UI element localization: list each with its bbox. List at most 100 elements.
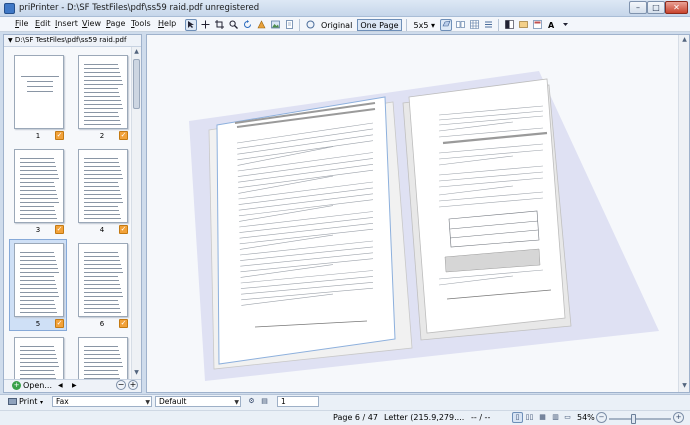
minimize-button[interactable]: – bbox=[629, 1, 647, 14]
zoom-tool-icon[interactable] bbox=[227, 19, 239, 31]
thumbnail-text-line bbox=[84, 264, 121, 265]
document-path-header[interactable]: ▼ D:\SF TestFiles\pdf\ss59 raid.pdf bbox=[4, 35, 141, 47]
thumbnail-text-line bbox=[20, 370, 54, 371]
page-checkbox[interactable]: ✓ bbox=[119, 131, 128, 140]
menu-file[interactable]: File bbox=[15, 19, 28, 28]
menu-view[interactable]: View bbox=[82, 19, 101, 28]
grid-view-icon[interactable] bbox=[468, 19, 480, 31]
page-checkbox[interactable]: ✓ bbox=[55, 319, 64, 328]
thumbnail-page[interactable]: 2 ✓ bbox=[73, 51, 131, 143]
image-icon[interactable] bbox=[269, 19, 281, 31]
thumbnail-page-image bbox=[78, 243, 128, 317]
page-options-icon[interactable]: ▤ bbox=[259, 396, 270, 407]
printer-settings-icon[interactable]: ⚙ bbox=[246, 396, 257, 407]
page-checkbox[interactable]: ✓ bbox=[119, 319, 128, 328]
page-setup-icon[interactable] bbox=[283, 19, 295, 31]
zoom-slider-track[interactable] bbox=[609, 418, 671, 420]
grid-mode-icon[interactable]: ▦ bbox=[537, 412, 548, 423]
menu-insert[interactable]: Insert bbox=[55, 19, 78, 28]
preview-canvas[interactable]: ▲ ▼ bbox=[146, 34, 690, 393]
printer-select[interactable]: Fax ▼ bbox=[52, 396, 152, 407]
thumbnail-scrollbar[interactable]: ▲ ▼ bbox=[131, 47, 141, 379]
thumbnail-page[interactable]: 4 ✓ bbox=[73, 145, 131, 237]
scrollbar-thumb[interactable] bbox=[133, 59, 140, 109]
maximize-button[interactable]: □ bbox=[647, 1, 665, 14]
page-indicator: Page 6 / 47 bbox=[333, 413, 378, 422]
thumbnail-page[interactable]: 3 ✓ bbox=[9, 145, 67, 237]
document-path: D:\SF TestFiles\pdf\ss59 raid.pdf bbox=[14, 36, 127, 44]
page-checkbox[interactable]: ✓ bbox=[55, 225, 64, 234]
original-size-button[interactable]: Original bbox=[318, 19, 355, 31]
canvas-scroll-up-icon[interactable]: ▲ bbox=[681, 36, 688, 44]
crop-tool-icon[interactable] bbox=[213, 19, 225, 31]
thumbnail-text-line bbox=[84, 96, 120, 97]
zoom-in-icon[interactable]: + bbox=[128, 380, 138, 390]
next-page-icon[interactable]: ▶ bbox=[72, 382, 77, 389]
copies-field[interactable]: 1 bbox=[277, 396, 319, 407]
menu-help[interactable]: Help bbox=[158, 19, 176, 28]
two-page-view-icon[interactable] bbox=[454, 19, 466, 31]
close-button[interactable]: ✕ bbox=[665, 1, 688, 14]
thumbnail-page[interactable]: 8✓ bbox=[73, 333, 131, 379]
printer-select-value: Fax bbox=[56, 397, 69, 406]
scroll-down-icon[interactable]: ▼ bbox=[133, 369, 140, 377]
thumbnail-page-image bbox=[14, 149, 64, 223]
circle-shape-icon[interactable] bbox=[304, 19, 316, 31]
3d-view-icon[interactable] bbox=[440, 18, 452, 31]
scroll-up-icon[interactable]: ▲ bbox=[133, 48, 140, 56]
print-button[interactable]: Print ▾ bbox=[8, 397, 43, 406]
color-mode-icon[interactable] bbox=[503, 19, 515, 31]
zoom-out-icon[interactable]: − bbox=[116, 380, 126, 390]
thumbnail-text-line bbox=[21, 76, 59, 77]
thumbnail-text-line bbox=[20, 276, 54, 277]
profile-select[interactable]: Default ▼ bbox=[155, 396, 241, 407]
menu-tools[interactable]: Tools bbox=[131, 19, 151, 28]
thumbnail-text-line bbox=[84, 218, 121, 219]
one-page-button[interactable]: One Page bbox=[357, 18, 402, 31]
print-dropdown-icon[interactable]: ▾ bbox=[40, 399, 43, 406]
status-zoom-out-icon[interactable]: − bbox=[596, 412, 607, 423]
list-view-icon[interactable] bbox=[482, 19, 494, 31]
canvas-scroll-down-icon[interactable]: ▼ bbox=[681, 382, 688, 390]
menu-edit[interactable]: Edit bbox=[35, 19, 51, 28]
thumbnail-text-line bbox=[84, 214, 120, 215]
rotate-icon[interactable] bbox=[241, 19, 253, 31]
thumbnail-page[interactable]: 5 ✓ bbox=[9, 239, 67, 331]
page-3d-view bbox=[189, 71, 659, 381]
thumbnail-text-line bbox=[20, 350, 55, 351]
open-button[interactable]: + Open... bbox=[12, 381, 52, 390]
menu-help-label: Help bbox=[158, 19, 177, 28]
status-area: Print ▾ Fax ▼ Default ▼ ⚙ ▤ 1 Page 6 / 47 … bbox=[0, 394, 690, 425]
collapse-arrow-icon[interactable]: ▼ bbox=[8, 37, 13, 44]
watermark-icon[interactable] bbox=[255, 19, 267, 31]
thumbnail-page[interactable]: 6 ✓ bbox=[73, 239, 131, 331]
thumbnail-page[interactable]: 1 ✓ bbox=[9, 51, 67, 143]
two-page-mode-icon[interactable]: ▯▯ bbox=[524, 412, 535, 423]
page-checkbox[interactable]: ✓ bbox=[55, 131, 64, 140]
thumbnail-text-line bbox=[20, 218, 57, 219]
status-zoom-in-icon[interactable]: + bbox=[673, 412, 684, 423]
thumbnail-list[interactable]: 1✓2✓3✓4✓5✓6✓7✓8✓ bbox=[4, 47, 131, 379]
select-tool-icon[interactable] bbox=[185, 18, 197, 31]
single-page-mode-icon[interactable]: ▯ bbox=[512, 412, 523, 423]
continuous-mode-icon[interactable]: ▥ bbox=[550, 412, 561, 423]
pan-tool-icon[interactable] bbox=[199, 19, 211, 31]
text-tool-button[interactable]: A bbox=[545, 19, 557, 31]
toner-saving-icon[interactable] bbox=[517, 19, 529, 31]
thumbnail-text-line bbox=[20, 312, 57, 313]
menu-page[interactable]: Page bbox=[106, 19, 125, 28]
canvas-scrollbar[interactable]: ▲ ▼ bbox=[678, 35, 689, 392]
thumbnail-text-line bbox=[84, 64, 118, 65]
toolbar-overflow-icon[interactable] bbox=[559, 19, 571, 31]
zoom-slider-thumb[interactable] bbox=[631, 414, 636, 424]
page-checkbox[interactable]: ✓ bbox=[119, 225, 128, 234]
header-footer-icon[interactable] bbox=[531, 19, 543, 31]
thumbnail-page-image bbox=[78, 55, 128, 129]
grid-layout-dropdown[interactable]: 5x5 ▾ bbox=[411, 19, 438, 31]
print-toolbar: Print ▾ Fax ▼ Default ▼ ⚙ ▤ 1 bbox=[0, 395, 690, 409]
thumbnail-page-image bbox=[78, 149, 128, 223]
previous-page-icon[interactable]: ◀ bbox=[58, 382, 63, 389]
fit-width-icon[interactable]: ▭ bbox=[562, 412, 573, 423]
printer-icon bbox=[8, 398, 17, 405]
thumbnail-page[interactable]: 7✓ bbox=[9, 333, 67, 379]
